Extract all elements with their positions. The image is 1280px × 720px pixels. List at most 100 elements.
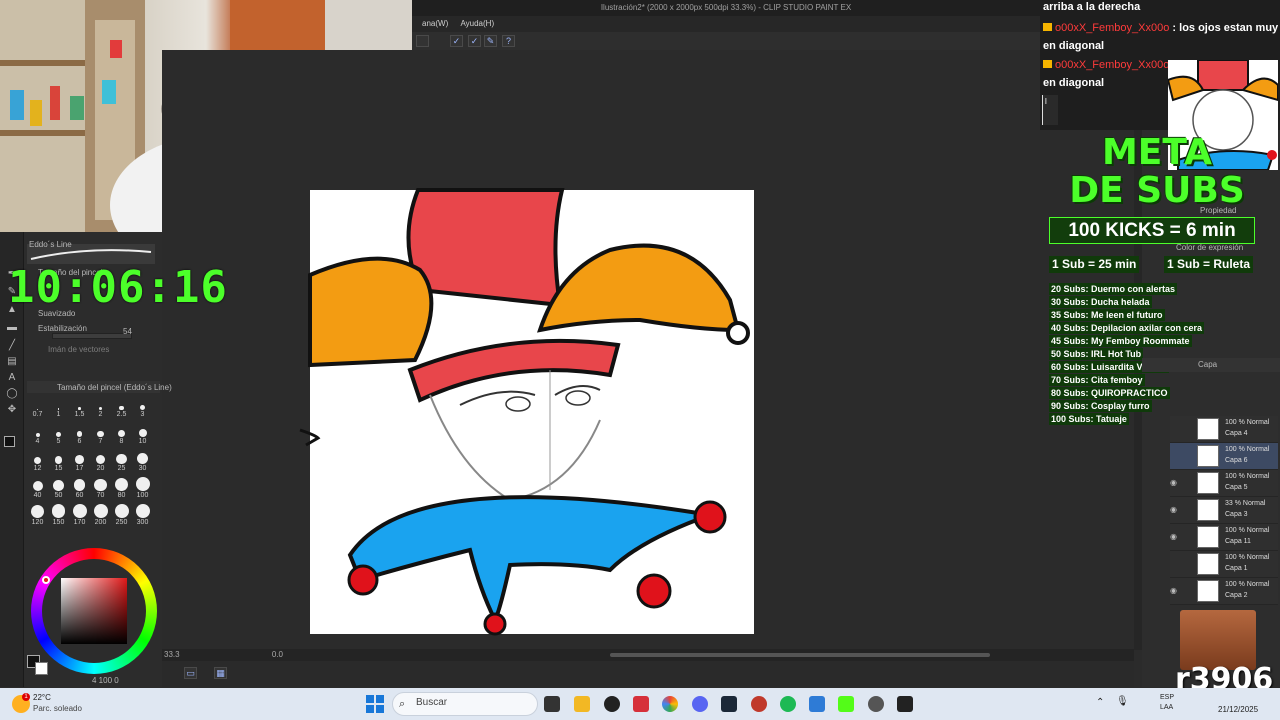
brush-size-option[interactable]: 6 <box>69 423 90 449</box>
hue-handle[interactable] <box>42 576 50 584</box>
layer-row[interactable]: 100 % Normal Capa 4 <box>1170 416 1278 443</box>
eraser-tool-icon[interactable]: ▬ <box>6 322 18 334</box>
chat-input[interactable]: l <box>1042 95 1058 125</box>
brush-size-dot <box>116 453 127 464</box>
zoom-value[interactable]: 33.3 <box>164 650 180 659</box>
app-icon[interactable] <box>868 696 884 712</box>
grid-toggle-icon[interactable]: ▦ <box>214 667 227 679</box>
brush-size-value: 25 <box>117 464 126 472</box>
stroke-alt-icon[interactable]: ✓ <box>468 35 481 47</box>
brush-size-option[interactable]: 170 <box>69 504 90 530</box>
chevron-up-icon[interactable]: ⌃ <box>1096 697 1104 708</box>
color-values: 4 100 0 <box>92 676 119 685</box>
brush-size-option[interactable]: 70 <box>90 477 111 503</box>
brush-size-option[interactable]: 25 <box>111 450 132 476</box>
brush-size-option[interactable]: 17 <box>69 450 90 476</box>
brush-size-option[interactable]: 30 <box>132 450 153 476</box>
layer-row[interactable]: 100 % Normal Capa 5 <box>1170 470 1278 497</box>
brush-size-option[interactable]: 4 <box>27 423 48 449</box>
brush-size-option[interactable]: 2 <box>90 396 111 422</box>
brush-size-option[interactable]: 15 <box>48 450 69 476</box>
layer-visibility-eye-icon[interactable]: ◉ <box>1170 478 1177 487</box>
stabilization-value[interactable]: 54 <box>123 327 132 336</box>
text-tool-icon[interactable]: A <box>6 372 18 384</box>
layer-row[interactable]: 100 % Normal Capa 11 <box>1170 524 1278 551</box>
layer-visibility-eye-icon[interactable]: ◉ <box>1170 532 1177 541</box>
brush-size-option[interactable]: 8 <box>111 423 132 449</box>
brush-size-option[interactable]: 2.5 <box>111 396 132 422</box>
layer-visibility-eye-icon[interactable]: ◉ <box>1170 505 1177 514</box>
goals-title: META DE SUBS <box>1052 134 1262 210</box>
clock-date[interactable]: 21/12/2025 <box>1218 705 1258 714</box>
windows-start-icon[interactable] <box>366 695 384 713</box>
angle-value[interactable]: 0.0 <box>272 650 283 659</box>
layer-visibility-eye-icon[interactable]: ◉ <box>1170 586 1177 595</box>
panel-toggle-icon[interactable]: ▭ <box>184 667 197 679</box>
taskbar-search[interactable]: ⌕ <box>392 692 538 716</box>
sub-goal-item: 45 Subs: My Femboy Roommate <box>1049 335 1192 347</box>
brush-size-option[interactable]: 12 <box>27 450 48 476</box>
task-view-icon[interactable] <box>544 696 560 712</box>
brush-size-option[interactable]: 20 <box>90 450 111 476</box>
brush-size-option[interactable]: 1 <box>48 396 69 422</box>
brush-size-option[interactable]: 0.7 <box>27 396 48 422</box>
saturation-value-square[interactable] <box>61 578 127 644</box>
kick-icon[interactable] <box>838 696 854 712</box>
spotify-icon[interactable] <box>780 696 796 712</box>
layer-tab[interactable]: Capa <box>1198 360 1217 369</box>
crown-icon <box>1043 23 1052 31</box>
brush-size-option[interactable]: 3 <box>132 396 153 422</box>
chat-username[interactable]: o00xX_Femboy_Xx00o <box>1055 22 1169 34</box>
brush-size-option[interactable]: 300 <box>132 504 153 530</box>
brush-size-dot <box>135 477 150 491</box>
stroke-icon[interactable]: ✓ <box>450 35 463 47</box>
chat-username[interactable]: o00xX_Femboy_Xx00o <box>1055 59 1169 71</box>
help-icon[interactable]: ? <box>502 35 515 47</box>
brush-size-dot <box>93 504 108 518</box>
frame-tool-icon[interactable]: ▤ <box>6 356 18 368</box>
stabilization-slider[interactable] <box>52 333 132 339</box>
chrome-icon[interactable] <box>662 696 678 712</box>
drawing-canvas[interactable] <box>299 188 754 636</box>
brush-size-option[interactable]: 200 <box>90 504 111 530</box>
brush-size-option[interactable]: 120 <box>27 504 48 530</box>
app-icon[interactable] <box>633 696 649 712</box>
brush-size-option[interactable]: 7 <box>90 423 111 449</box>
toolbar-button[interactable] <box>416 35 429 47</box>
brush-size-option[interactable]: 80 <box>111 477 132 503</box>
brush-size-option[interactable]: 60 <box>69 477 90 503</box>
file-explorer-icon[interactable] <box>574 696 590 712</box>
horizontal-scrollbar[interactable] <box>610 653 990 657</box>
brush-size-option[interactable]: 50 <box>48 477 69 503</box>
app-icon[interactable] <box>751 696 767 712</box>
brush-size-option[interactable]: 10 <box>132 423 153 449</box>
layer-row[interactable]: 100 % Normal Capa 2 <box>1170 578 1278 605</box>
brush-size-option[interactable]: 250 <box>111 504 132 530</box>
pen-icon[interactable]: ✎ <box>484 35 497 47</box>
line-tool-icon[interactable]: ╱ <box>6 340 18 352</box>
lasso-tool-icon[interactable]: ◯ <box>6 388 18 400</box>
brush-size-option[interactable]: 100 <box>132 477 153 503</box>
brush-size-option[interactable]: 1.5 <box>69 396 90 422</box>
steam-icon[interactable] <box>721 696 737 712</box>
brush-size-option[interactable]: 40 <box>27 477 48 503</box>
sub-color-swatch[interactable] <box>35 662 48 675</box>
layer-blend-mode: 33 % Normal <box>1225 500 1266 507</box>
brush-size-dot <box>75 455 84 464</box>
brush-size-option[interactable]: 5 <box>48 423 69 449</box>
brush-size-option[interactable]: 150 <box>48 504 69 530</box>
discord-icon[interactable] <box>692 696 708 712</box>
layer-row[interactable]: 100 % Normal Capa 6 <box>1170 443 1278 470</box>
clip-studio-icon[interactable] <box>897 696 913 712</box>
menu-window[interactable]: ana(W) <box>422 19 448 28</box>
move-tool-icon[interactable]: ✥ <box>6 404 18 416</box>
menu-help[interactable]: Ayuda(H) <box>460 19 494 28</box>
layer-row[interactable]: 100 % Normal Capa 1 <box>1170 551 1278 578</box>
app-icon[interactable] <box>604 696 620 712</box>
language-indicator[interactable]: ESP LAA <box>1160 693 1174 713</box>
brush-size-value: 100 <box>136 492 149 499</box>
microphone-icon[interactable]: 🎙 <box>1116 696 1129 707</box>
app-icon[interactable] <box>809 696 825 712</box>
layer-row[interactable]: 33 % Normal Capa 3 <box>1170 497 1278 524</box>
tool-main-color-swatch[interactable] <box>4 436 15 447</box>
